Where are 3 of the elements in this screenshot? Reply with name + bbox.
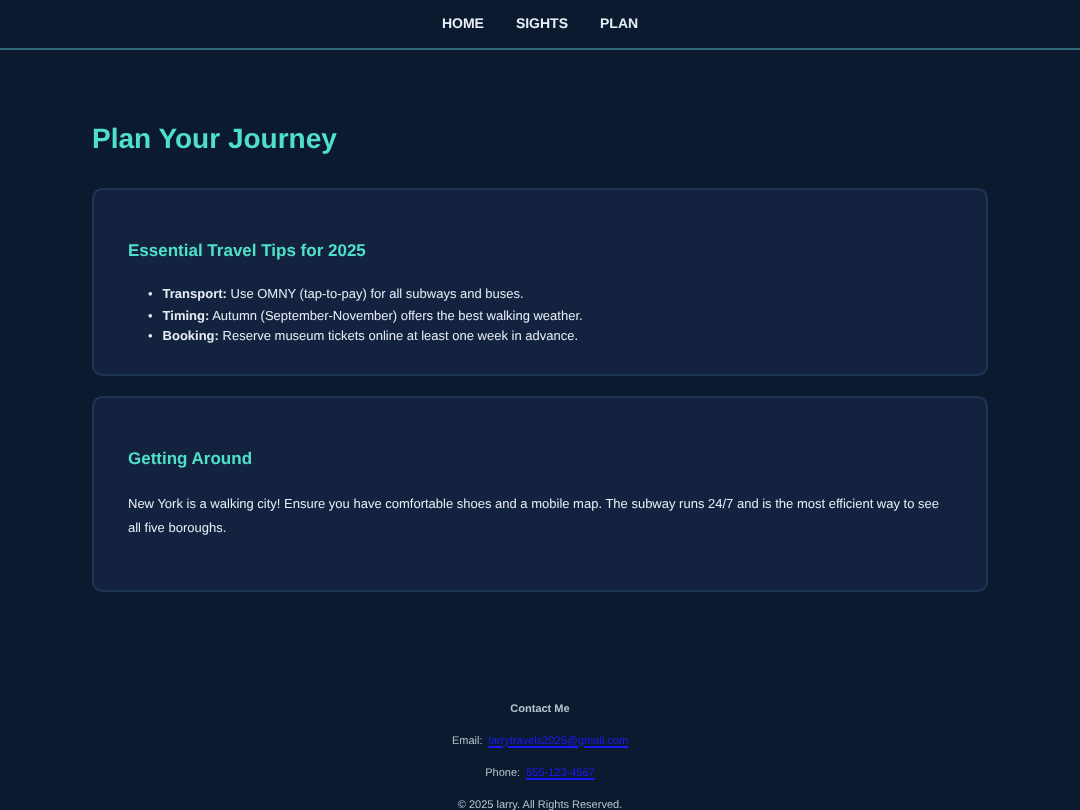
card-heading: Essential Travel Tips for 2025 bbox=[128, 240, 368, 260]
page-title: Plan Your Journey bbox=[92, 122, 339, 154]
card-heading: Getting Around bbox=[128, 447, 255, 467]
